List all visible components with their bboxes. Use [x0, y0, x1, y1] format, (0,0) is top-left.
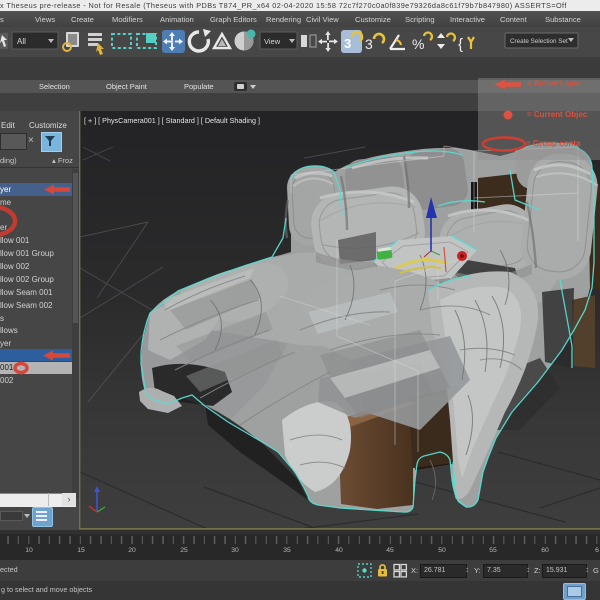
- svg-text:All: All: [17, 37, 26, 46]
- svg-text:{: {: [458, 36, 463, 53]
- svg-text:3: 3: [344, 36, 351, 51]
- svg-text:Create Selection Set: Create Selection Set: [510, 38, 568, 45]
- svg-text:3: 3: [365, 36, 373, 52]
- svg-text:View: View: [264, 37, 281, 46]
- svg-text:%: %: [412, 36, 424, 52]
